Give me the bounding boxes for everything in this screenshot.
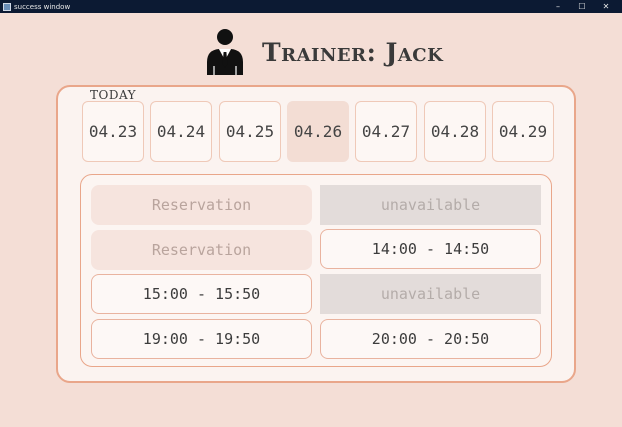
date-button[interactable]: 04.25	[219, 101, 281, 162]
maximize-button[interactable]: ☐	[570, 2, 594, 11]
time-slot-reserved: Reservation	[91, 230, 312, 270]
time-slot-button[interactable]: 15:00 - 15:50	[91, 274, 312, 314]
date-button[interactable]: 04.29	[492, 101, 554, 162]
time-slot-reserved: Reservation	[91, 185, 312, 225]
trainer-icon	[207, 29, 243, 75]
time-slot-button[interactable]: 19:00 - 19:50	[91, 319, 312, 359]
time-slot-unavailable: unavailable	[320, 274, 541, 314]
date-button[interactable]: 04.28	[424, 101, 486, 162]
date-button[interactable]: 04.24	[150, 101, 212, 162]
app-icon	[3, 2, 11, 11]
window-title: success window	[14, 2, 71, 11]
date-button[interactable]: 04.23	[82, 101, 144, 162]
date-button[interactable]: 04.27	[355, 101, 417, 162]
time-slot-unavailable: unavailable	[320, 185, 541, 225]
window-controls: – ☐ ✕	[546, 0, 618, 13]
window-titlebar: success window – ☐ ✕	[0, 0, 622, 13]
time-slot-button[interactable]: 14:00 - 14:50	[320, 229, 541, 269]
today-label: TODAY	[90, 88, 137, 102]
close-button[interactable]: ✕	[594, 2, 618, 11]
time-slot-button[interactable]: 20:00 - 20:50	[320, 319, 541, 359]
page-title: Trainer: Jack	[262, 38, 444, 67]
date-button-selected[interactable]: 04.26	[287, 101, 349, 162]
minimize-button[interactable]: –	[546, 2, 570, 11]
